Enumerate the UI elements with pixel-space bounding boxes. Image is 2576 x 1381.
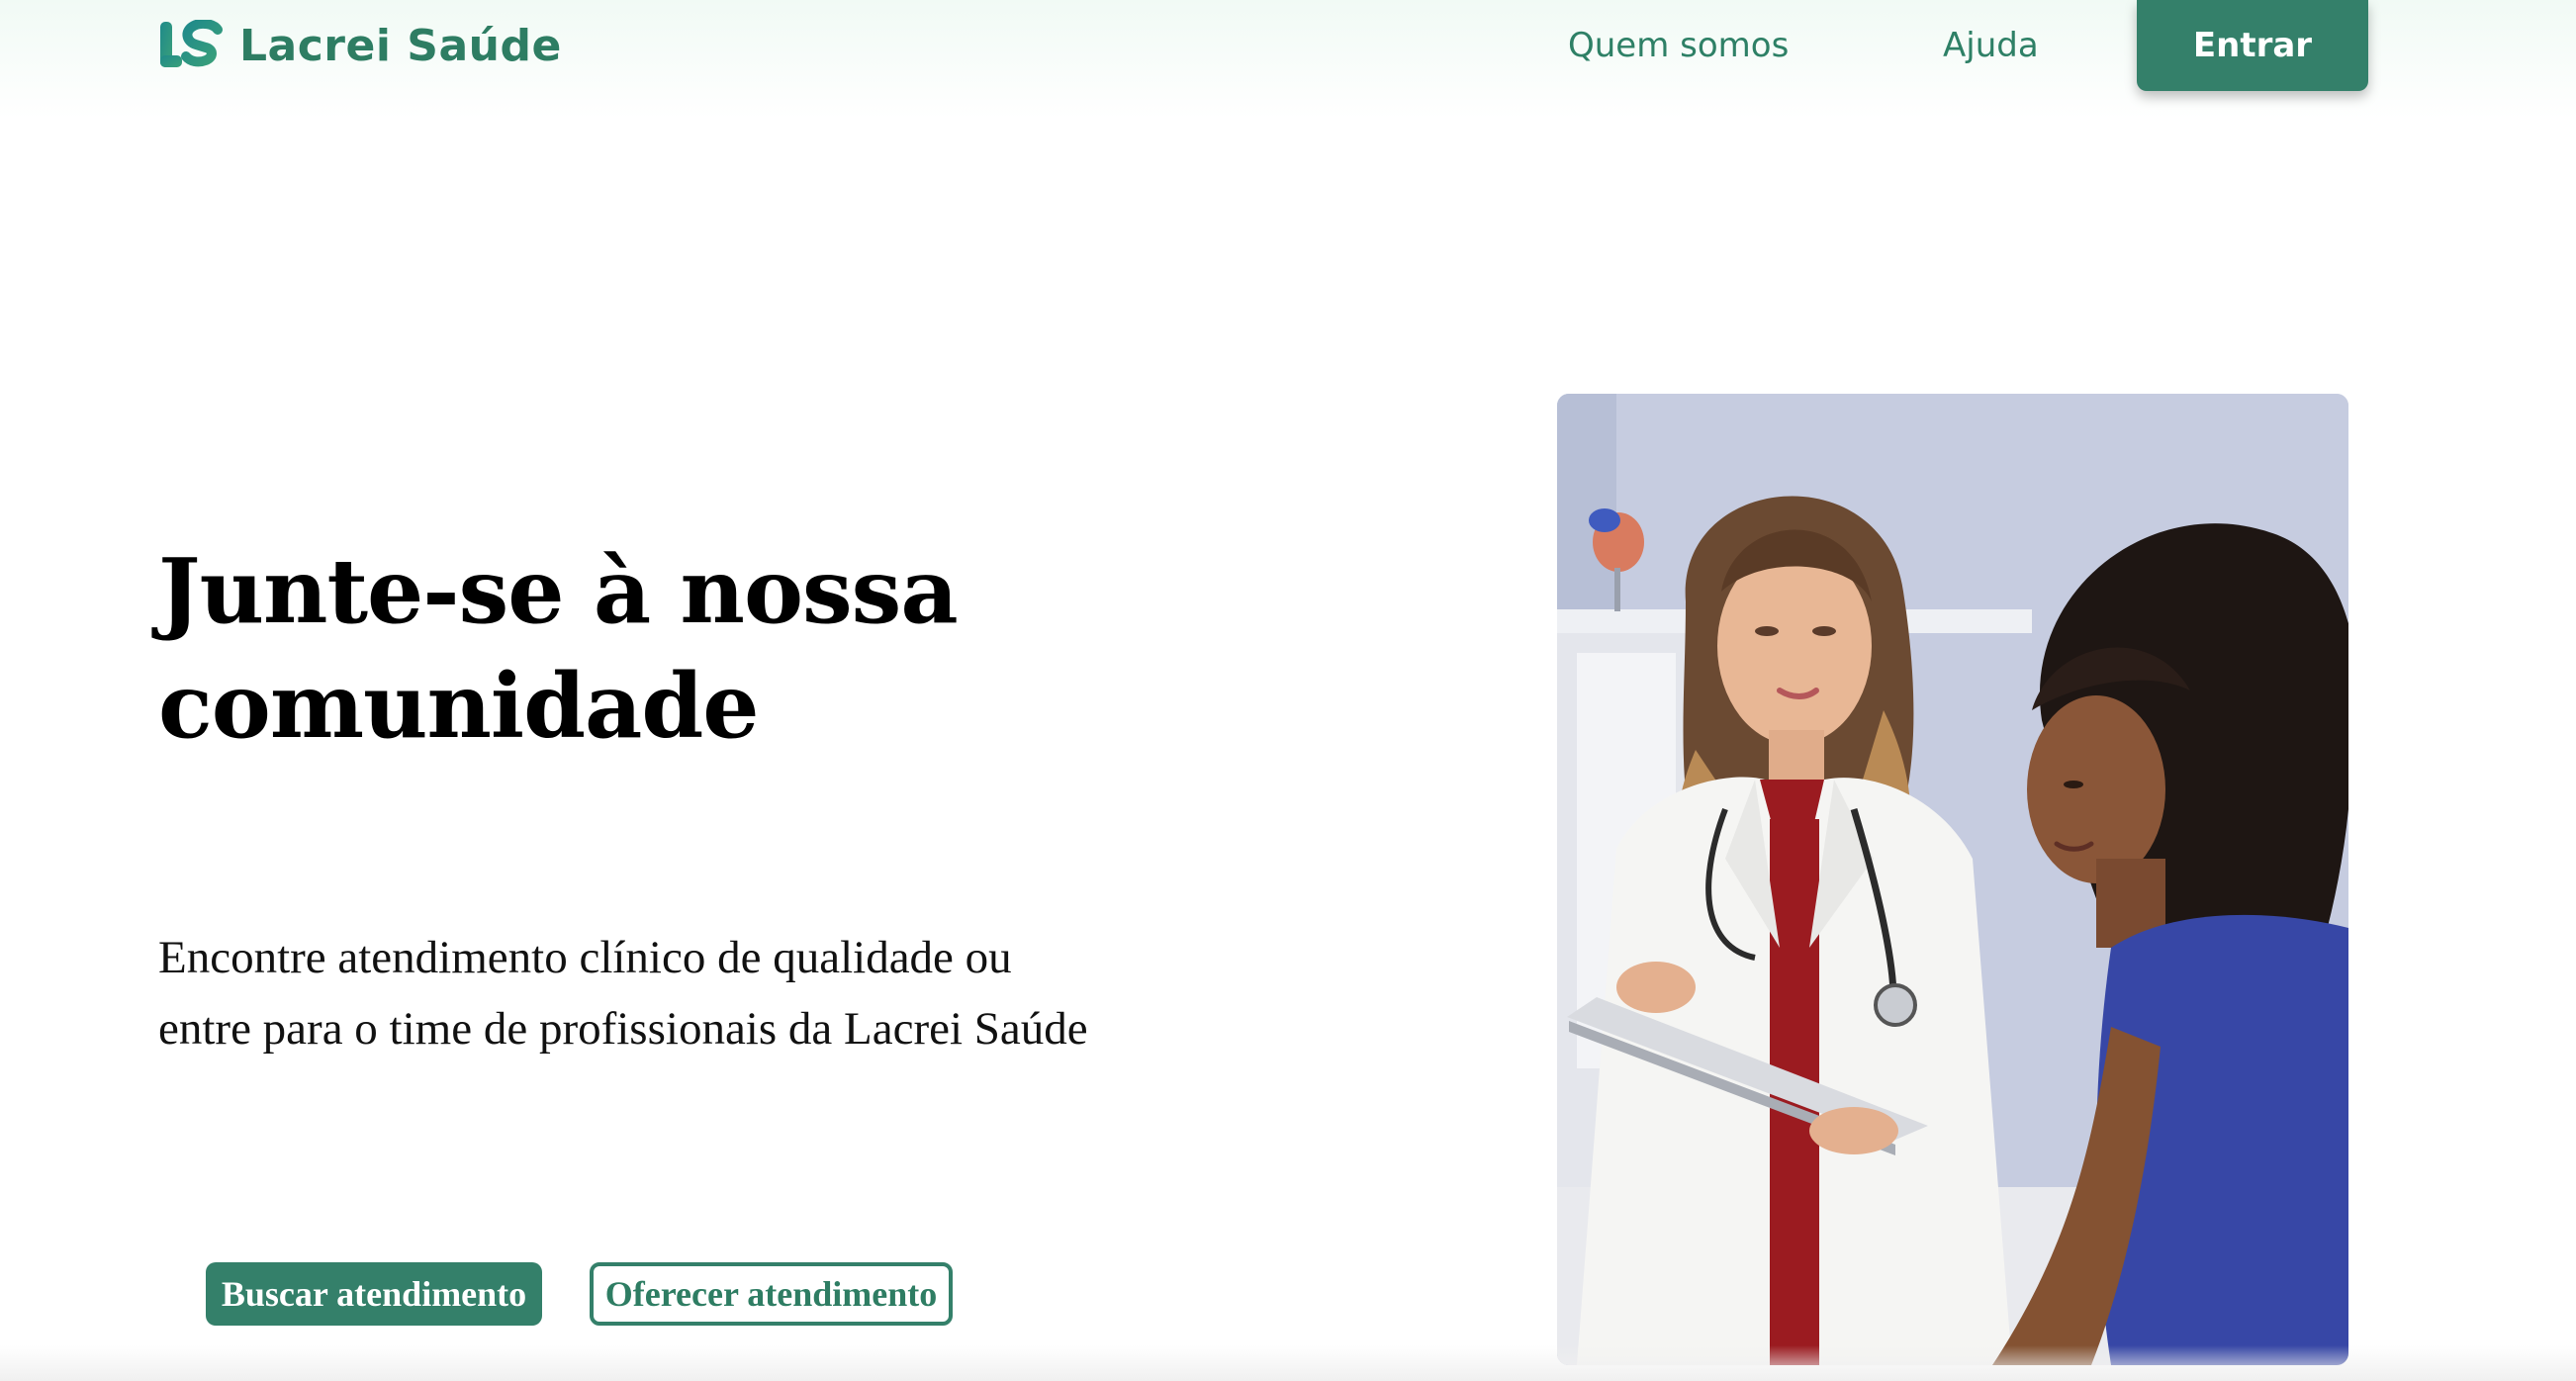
hero-subtitle: Encontre atendimento clínico de qualidad…: [158, 922, 1197, 1064]
hero-subtitle-line-2: entre para o time de profissionais da La…: [158, 1003, 1088, 1055]
hero-subtitle-line-1: Encontre atendimento clínico de qualidad…: [158, 932, 1012, 983]
brand-name: Lacrei Saúde: [239, 20, 562, 71]
site-header: Lacrei Saúde Quem somos Ajuda Entrar: [0, 0, 2576, 119]
page-bottom-fade: [0, 1345, 2576, 1381]
find-care-button[interactable]: Buscar atendimento: [206, 1262, 542, 1326]
hero-title-line-2: comunidade: [158, 654, 760, 759]
hero-title-line-1: Junte-se à nossa: [158, 539, 959, 644]
offer-care-button[interactable]: Oferecer atendimento: [590, 1262, 953, 1326]
hero-photo: [1557, 394, 2348, 1365]
login-button[interactable]: Entrar: [2137, 0, 2368, 91]
brand-logo[interactable]: Lacrei Saúde: [158, 18, 562, 73]
nav-link-quem-somos[interactable]: Quem somos: [1568, 18, 1789, 73]
doctor-patient-illustration: [1557, 394, 2348, 1365]
lacrei-logo-icon: [160, 20, 223, 67]
nav-link-ajuda[interactable]: Ajuda: [1943, 18, 2039, 73]
hero-title: Junte-se à nossa comunidade: [158, 534, 1148, 764]
